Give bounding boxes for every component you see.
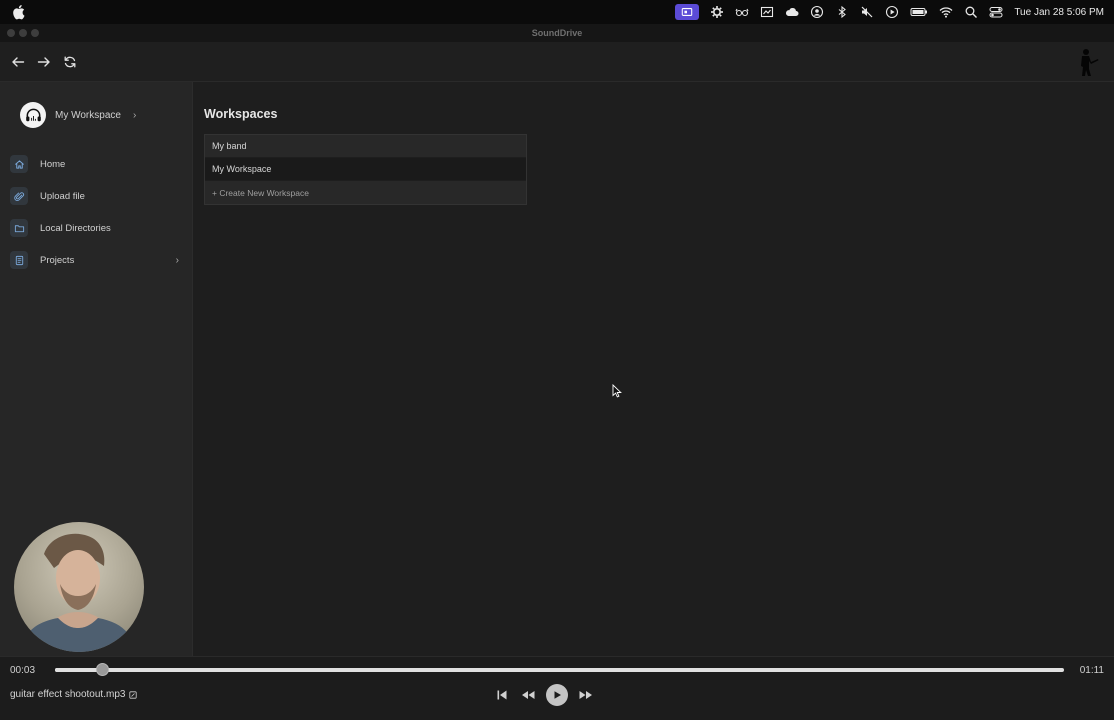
spotlight-search-icon[interactable]: [964, 5, 978, 19]
rewind-button[interactable]: [520, 687, 536, 703]
window-title-bar[interactable]: SoundDrive: [0, 24, 1114, 42]
workspace-list: My band My Workspace + Create New Worksp…: [204, 134, 527, 205]
arrow-left-icon: [12, 57, 25, 67]
screen-record-icon[interactable]: [675, 4, 700, 20]
sidebar-item-home[interactable]: Home: [10, 153, 185, 175]
menu-bar-status-area: Tue Jan 28 5:06 PM: [675, 0, 1104, 24]
paperclip-icon: [10, 187, 28, 205]
fast-forward-icon: [579, 691, 592, 699]
audio-player: 00:03 01:11 guitar effect shootout.mp3: [0, 656, 1114, 720]
window-title: SoundDrive: [531, 28, 583, 38]
webcam-person-image: [20, 533, 136, 652]
sidebar-item-projects[interactable]: Projects ›: [10, 249, 185, 271]
workspace-name: My Workspace: [55, 109, 121, 121]
mouse-cursor-icon: [612, 384, 622, 398]
home-icon: [10, 155, 28, 173]
bluetooth-icon[interactable]: [835, 5, 849, 19]
create-workspace-button[interactable]: + Create New Workspace: [205, 181, 526, 204]
sidebar-item-label: Home: [40, 158, 66, 170]
sidebar-item-label: Projects: [40, 254, 75, 266]
forward-button[interactable]: [36, 54, 52, 70]
skip-to-start-button[interactable]: [494, 687, 510, 703]
battery-icon[interactable]: [910, 5, 928, 19]
apple-icon[interactable]: [12, 4, 26, 20]
refresh-button[interactable]: [62, 54, 78, 70]
refresh-icon: [64, 56, 76, 68]
folder-icon: [10, 219, 28, 237]
gear-icon[interactable]: [710, 5, 724, 19]
system-menu-bar: Tue Jan 28 5:06 PM: [0, 0, 1114, 24]
webcam-overlay: [14, 522, 144, 652]
seek-bar-thumb[interactable]: [96, 663, 110, 676]
skip-previous-icon: [497, 690, 507, 700]
display-icon[interactable]: [760, 5, 774, 19]
external-link-icon[interactable]: [129, 690, 138, 699]
seek-bar[interactable]: [55, 663, 1064, 676]
play-circle-icon[interactable]: [885, 5, 899, 19]
mute-icon[interactable]: [860, 5, 874, 19]
track-name: guitar effect shootout.mp3: [10, 689, 126, 700]
page-title: Workspaces: [204, 107, 278, 121]
sidebar-item-label: Upload file: [40, 190, 85, 202]
app-toolbar: [0, 42, 1114, 82]
cloud-icon[interactable]: [785, 5, 799, 19]
chevron-right-icon: ›: [175, 254, 179, 266]
guitarist-user-icon[interactable]: [1076, 48, 1100, 76]
workspace-row-my-workspace[interactable]: My Workspace: [205, 158, 526, 181]
sidebar-item-label: Local Directories: [40, 222, 111, 234]
glasses-icon[interactable]: [735, 5, 749, 19]
control-center-icon[interactable]: [989, 5, 1003, 19]
chevron-right-icon: ›: [132, 109, 137, 121]
total-time: 01:11: [1079, 665, 1104, 676]
workspace-switcher[interactable]: My Workspace ›: [20, 102, 136, 128]
fast-forward-button[interactable]: [578, 687, 594, 703]
rewind-icon: [522, 691, 535, 699]
wifi-icon[interactable]: [939, 5, 953, 19]
workspace-row-my-band[interactable]: My band: [205, 135, 526, 158]
play-icon: [554, 691, 561, 699]
playback-controls: [494, 684, 594, 706]
user-circle-icon[interactable]: [810, 5, 824, 19]
sidebar: My Workspace › Home Upload file Local Di…: [0, 82, 193, 656]
main-content: Workspaces My band My Workspace + Create…: [194, 82, 1114, 656]
play-button[interactable]: [546, 684, 568, 706]
current-time: 00:03: [10, 665, 36, 676]
track-info: guitar effect shootout.mp3: [10, 689, 138, 700]
document-icon: [10, 251, 28, 269]
arrow-right-icon: [37, 57, 50, 67]
seek-bar-progress: [55, 668, 103, 672]
back-button[interactable]: [10, 54, 26, 70]
menu-bar-clock[interactable]: Tue Jan 28 5:06 PM: [1014, 7, 1104, 18]
sidebar-item-upload-file[interactable]: Upload file: [10, 185, 185, 207]
sidebar-item-local-directories[interactable]: Local Directories: [10, 217, 185, 239]
headphones-logo-icon: [25, 108, 41, 121]
workspace-logo: [20, 102, 46, 128]
